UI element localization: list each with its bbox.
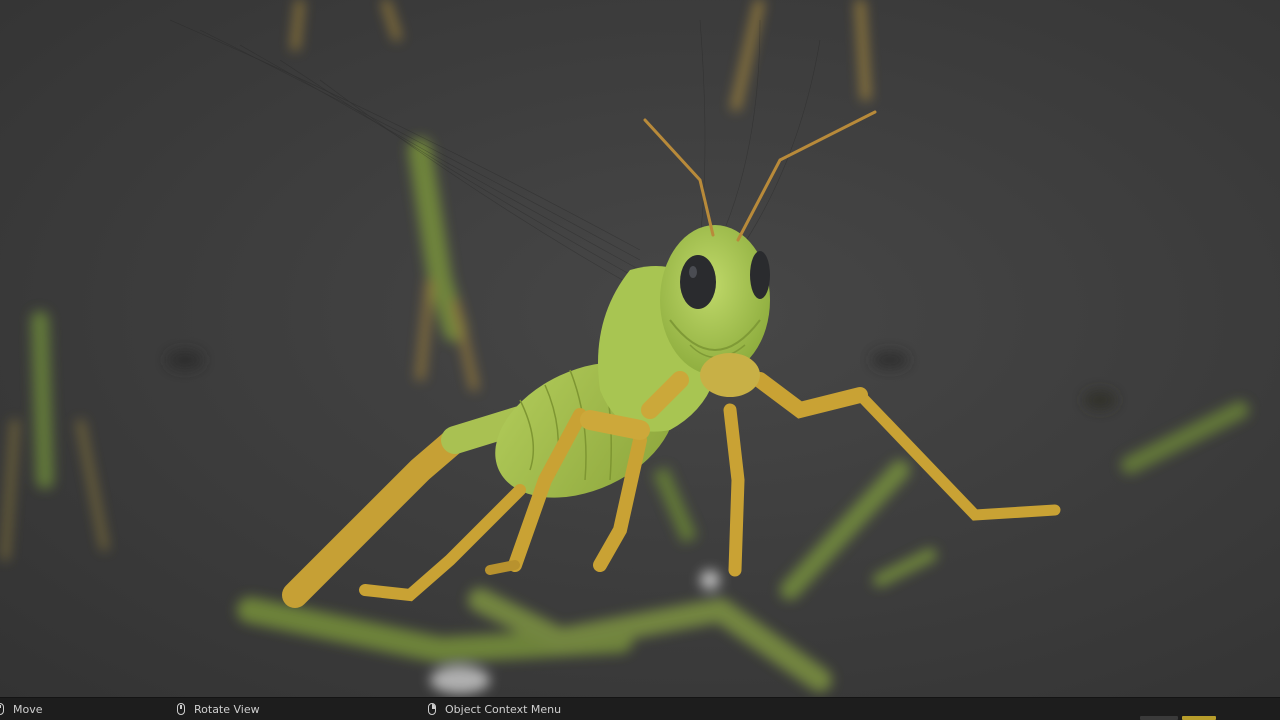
status-meter-gray [1140, 716, 1178, 720]
mouse-right-icon [428, 703, 436, 715]
eye-right [750, 251, 770, 299]
render-scene [1, 0, 1249, 694]
hint-object-context-menu-label: Object Context Menu [445, 702, 562, 716]
hint-object-context-menu: Object Context Menu [428, 698, 561, 720]
status-meter-yellow [1182, 716, 1216, 720]
hint-move: Move [0, 698, 43, 720]
status-bar: Move Rotate View Object Context Menu [0, 697, 1280, 720]
hint-rotate-view: Rotate View [177, 698, 260, 720]
3d-viewport[interactable] [0, 0, 1280, 697]
eye-left [680, 255, 716, 309]
hint-rotate-view-label: Rotate View [194, 702, 260, 716]
mouse-left-icon [0, 703, 4, 715]
mouse-middle-icon [177, 703, 185, 715]
hint-move-label: Move [13, 702, 43, 716]
